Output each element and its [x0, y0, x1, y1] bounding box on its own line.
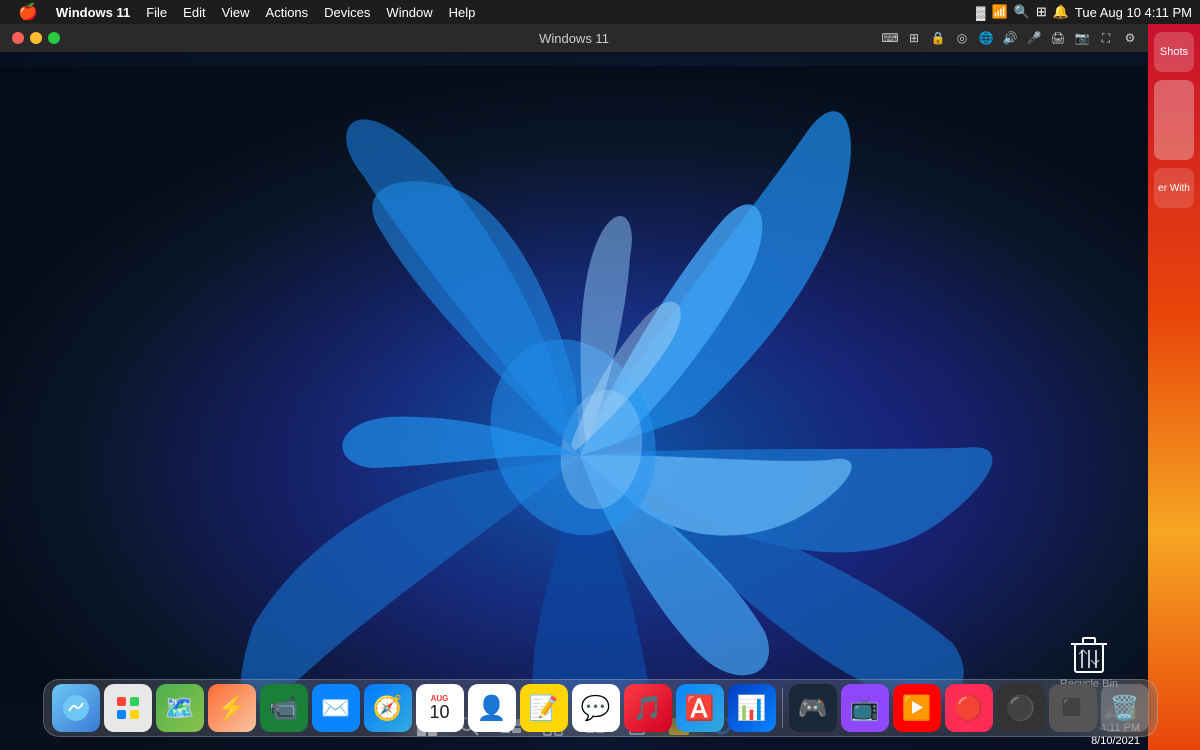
control-center-icon[interactable]: ⊞ — [1036, 4, 1047, 20]
globe-icon[interactable]: 🌐 — [976, 28, 996, 48]
dock-slack[interactable]: 💬 — [572, 684, 620, 732]
compass-icon[interactable]: ◎ — [952, 28, 972, 48]
camera-icon[interactable]: 📷 — [1072, 28, 1092, 48]
mic-icon[interactable]: 🎤 — [1024, 28, 1044, 48]
minimize-button[interactable] — [30, 32, 42, 44]
menubar-right: ▓ 📶 🔍 ⊞ 🔔 Tue Aug 10 4:11 PM — [976, 4, 1192, 20]
vm-title: Windows 11 — [539, 31, 609, 46]
wallpaper-svg — [0, 52, 1148, 750]
lock-icon[interactable]: 🔒 — [928, 28, 948, 48]
win11-wallpaper — [0, 52, 1148, 750]
mac-dock: 🗺️ ⚡ 📹 ✉️ 🧭 AUG10 👤 📝 💬 🎵 🅰️ 📊 🎮 📺 ▶️ 🔴 … — [0, 670, 1200, 750]
search-icon[interactable]: 🔍 — [1014, 4, 1030, 20]
dock-maps[interactable]: 🗺️ — [156, 684, 204, 732]
vm-titlebar: Windows 11 ⌨ ⊞ 🔒 ◎ 🌐 🔊 🎤 🖨 📷 ⛶ ⚙ — [0, 24, 1148, 52]
dock-steam[interactable]: 🎮 — [789, 684, 837, 732]
traffic-lights — [12, 32, 60, 44]
menubar-left: 🍎 Windows 11 File Edit View Actions Devi… — [8, 0, 976, 24]
file-menu[interactable]: File — [138, 0, 175, 24]
notification-icon[interactable]: 🔔 — [1053, 4, 1069, 20]
menubar-time: Tue Aug 10 4:11 PM — [1075, 5, 1192, 20]
dock-facetime[interactable]: 📹 — [260, 684, 308, 732]
dock-separator — [782, 688, 783, 728]
dock-trash[interactable]: 🗑️ — [1101, 684, 1149, 732]
vm-toolbar: ⌨ ⊞ 🔒 ◎ 🌐 🔊 🎤 🖨 📷 ⛶ ⚙ — [880, 28, 1140, 48]
dock-container: 🗺️ ⚡ 📹 ✉️ 🧭 AUG10 👤 📝 💬 🎵 🅰️ 📊 🎮 📺 ▶️ 🔴 … — [43, 679, 1158, 737]
sidebar-shots-label: Shots — [1160, 46, 1188, 58]
wifi-icon[interactable]: 📶 — [991, 4, 1007, 20]
dock-mail[interactable]: ✉️ — [312, 684, 360, 732]
sidebar-app-shots[interactable]: Shots — [1154, 32, 1194, 72]
main-area: Windows 11 ⌨ ⊞ 🔒 ◎ 🌐 🔊 🎤 🖨 📷 ⛶ ⚙ — [0, 24, 1200, 750]
dock-app1[interactable]: 🔴 — [945, 684, 993, 732]
sidebar-screenshot-preview[interactable] — [1154, 80, 1194, 160]
vm-window: Windows 11 ⌨ ⊞ 🔒 ◎ 🌐 🔊 🎤 🖨 📷 ⛶ ⚙ — [0, 24, 1148, 750]
maximize-button[interactable] — [48, 32, 60, 44]
win11-desktop[interactable]: Recycle Bin — [0, 52, 1148, 750]
app-name-menu[interactable]: Windows 11 — [48, 0, 138, 24]
dock-keynote[interactable]: 📊 — [728, 684, 776, 732]
window-menu[interactable]: Window — [378, 0, 440, 24]
volume-icon[interactable]: 🔊 — [1000, 28, 1020, 48]
dock-contacts[interactable]: 👤 — [468, 684, 516, 732]
print-icon[interactable]: 🖨 — [1048, 28, 1068, 48]
devices-menu[interactable]: Devices — [316, 0, 378, 24]
dock-twitch[interactable]: 📺 — [841, 684, 889, 732]
recycle-bin-icon — [1069, 634, 1109, 674]
dock-calendar[interactable]: AUG10 — [416, 684, 464, 732]
resize-icon[interactable]: ⛶ — [1096, 28, 1116, 48]
view-menu[interactable]: View — [214, 0, 258, 24]
battery-icon: ▓ — [976, 5, 985, 20]
dock-music[interactable]: 🎵 — [624, 684, 672, 732]
edit-menu[interactable]: Edit — [175, 0, 213, 24]
settings-icon[interactable]: ⚙ — [1120, 28, 1140, 48]
dock-app3[interactable]: ◼️ — [1049, 684, 1097, 732]
dock-youtube[interactable]: ▶️ — [893, 684, 941, 732]
help-menu[interactable]: Help — [441, 0, 484, 24]
keyboard-icon[interactable]: ⌨ — [880, 28, 900, 48]
dock-app2[interactable]: ⚫ — [997, 684, 1045, 732]
dock-safari[interactable]: 🧭 — [364, 684, 412, 732]
dock-appstore[interactable]: 🅰️ — [676, 684, 724, 732]
mac-menubar: 🍎 Windows 11 File Edit View Actions Devi… — [0, 0, 1200, 24]
dock-launchpad[interactable] — [104, 684, 152, 732]
sidebar-share-widget[interactable]: er With — [1154, 168, 1194, 208]
apple-menu[interactable]: 🍎 — [8, 0, 48, 24]
close-button[interactable] — [12, 32, 24, 44]
dock-notes[interactable]: 📝 — [520, 684, 568, 732]
mac-sidebar: Shots er With — [1148, 24, 1200, 750]
display-icon[interactable]: ⊞ — [904, 28, 924, 48]
dock-shortcuts[interactable]: ⚡ — [208, 684, 256, 732]
dock-finder[interactable] — [52, 684, 100, 732]
actions-menu[interactable]: Actions — [258, 0, 317, 24]
